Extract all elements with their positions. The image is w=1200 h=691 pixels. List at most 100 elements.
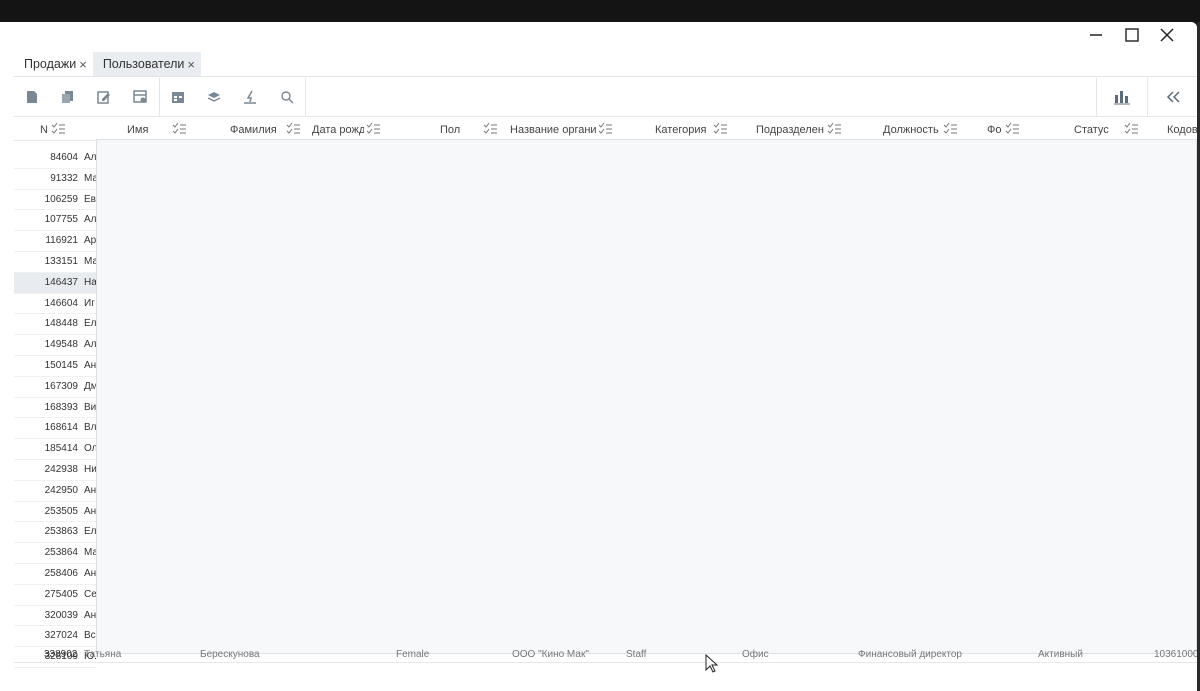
table-row[interactable]: 185414 Ол bbox=[14, 439, 96, 460]
cell-last-name: Берескунова bbox=[200, 649, 260, 660]
import-icon[interactable] bbox=[240, 87, 260, 107]
filter-list-icon[interactable] bbox=[713, 122, 727, 136]
table-row[interactable]: 253505 Ан bbox=[14, 502, 96, 523]
table-row[interactable]: 242950 Ан bbox=[14, 481, 96, 502]
tab-users[interactable]: Пользователи × bbox=[92, 52, 201, 76]
table-row[interactable]: 146604 Иг bbox=[14, 294, 96, 315]
cell-first-name: Ан bbox=[84, 505, 96, 517]
cell-id: 148448 bbox=[44, 318, 78, 330]
cell-id: 107755 bbox=[44, 214, 78, 226]
table-row[interactable]: 146437 На bbox=[14, 272, 96, 294]
cell-id: 258406 bbox=[44, 567, 78, 579]
table-row[interactable]: 320039 Ан bbox=[14, 606, 96, 627]
cell-id: 242938 bbox=[44, 463, 78, 475]
table-row[interactable]: 84604 Ал bbox=[14, 148, 96, 169]
tab-close-icon[interactable]: × bbox=[79, 57, 87, 72]
cell-first-name: Ан bbox=[84, 609, 96, 621]
search-icon[interactable] bbox=[277, 87, 297, 107]
filter-list-icon[interactable] bbox=[827, 122, 841, 136]
layers-icon[interactable] bbox=[204, 87, 224, 107]
bar-chart-icon[interactable] bbox=[1112, 87, 1132, 107]
column-header-first-name[interactable]: Имя bbox=[127, 122, 167, 138]
tab-label: Пользователи bbox=[102, 57, 185, 71]
title-bar bbox=[0, 22, 1197, 48]
cell-first-name: Иг bbox=[84, 297, 95, 309]
table-row[interactable]: 106259 Ев bbox=[14, 190, 96, 211]
cell-first-name: Ар bbox=[84, 235, 96, 247]
table-row[interactable]: 168614 Вл bbox=[14, 418, 96, 440]
table-row[interactable]: 149548 Ал bbox=[14, 335, 96, 356]
cell-category: Staff bbox=[626, 649, 647, 660]
minimize-icon[interactable] bbox=[1083, 25, 1109, 45]
cell-status: Активный bbox=[1038, 649, 1083, 660]
loading-overlay bbox=[96, 139, 1197, 654]
column-header-category[interactable]: Категория bbox=[655, 122, 711, 138]
column-header-code[interactable]: Кодов bbox=[1167, 122, 1197, 138]
maximize-icon[interactable] bbox=[1119, 25, 1145, 45]
cell-id: 253505 bbox=[44, 505, 78, 517]
table-row-last[interactable]: 338902 Татьяна Берескунова Female ООО "К… bbox=[14, 649, 1197, 661]
cell-id: 146604 bbox=[44, 297, 78, 309]
cell-code: 10361000 bbox=[1154, 649, 1197, 660]
filter-list-icon[interactable] bbox=[1124, 122, 1138, 136]
column-header-department[interactable]: Подразделен bbox=[756, 122, 824, 138]
table-row[interactable]: 150145 Ан bbox=[14, 356, 96, 377]
column-header-position[interactable]: Должность bbox=[883, 122, 941, 138]
double-chevron-left-icon[interactable] bbox=[1163, 87, 1183, 107]
table-row[interactable]: 242938 Ни bbox=[14, 460, 96, 481]
cell-first-name: Ел bbox=[84, 526, 96, 538]
column-header-photo[interactable]: Фо bbox=[987, 122, 1005, 138]
table-row[interactable]: 167309 Дм bbox=[14, 377, 96, 398]
close-icon[interactable] bbox=[1154, 25, 1180, 45]
table-row[interactable]: 91332 Ма bbox=[14, 169, 96, 190]
grid-footer-divider bbox=[14, 662, 1197, 663]
cell-id: 338902 bbox=[44, 649, 78, 660]
tab-close-icon[interactable]: × bbox=[187, 57, 195, 72]
edit-icon[interactable] bbox=[94, 87, 114, 107]
filter-list-icon[interactable] bbox=[366, 122, 380, 136]
table-row[interactable]: 133151 Ма bbox=[14, 252, 96, 273]
table-row[interactable]: 258406 Ан bbox=[14, 564, 96, 585]
cell-first-name: Ал bbox=[84, 214, 96, 226]
copy-icon[interactable] bbox=[58, 87, 78, 107]
table-row[interactable]: 253863 Ел bbox=[14, 522, 96, 544]
cell-first-name: Се bbox=[84, 588, 96, 600]
table-row[interactable]: 253864 Ма bbox=[14, 543, 96, 564]
column-header-organization[interactable]: Название органи bbox=[510, 122, 596, 138]
table-row[interactable]: 275405 Се bbox=[14, 585, 96, 606]
cell-id: 91332 bbox=[50, 172, 78, 184]
cell-first-name: Ан bbox=[84, 359, 96, 371]
column-header-status[interactable]: Статус bbox=[1074, 122, 1114, 138]
filter-list-icon[interactable] bbox=[1005, 122, 1019, 136]
cell-organization: ООО "Кино Мак" bbox=[512, 649, 589, 660]
cell-first-name: Вл bbox=[84, 422, 96, 434]
column-header-last-name[interactable]: Фамилия bbox=[230, 122, 280, 138]
table-row[interactable]: 116921 Ар bbox=[14, 231, 96, 252]
cell-id: 146437 bbox=[44, 276, 78, 288]
tab-sales[interactable]: Продажи × bbox=[14, 52, 93, 76]
cell-id: 327024 bbox=[44, 630, 78, 642]
toolbar bbox=[14, 78, 1197, 117]
table-row[interactable]: 107755 Ал bbox=[14, 210, 96, 232]
column-header-birth-date[interactable]: Дата рожд bbox=[312, 122, 364, 138]
cell-first-name: Татьяна bbox=[84, 649, 122, 660]
cell-id: 275405 bbox=[44, 588, 78, 600]
cell-first-name: Дм bbox=[84, 380, 96, 392]
cell-first-name: Ма bbox=[84, 547, 96, 559]
filter-list-icon[interactable] bbox=[51, 122, 65, 136]
new-document-icon[interactable] bbox=[22, 87, 42, 107]
column-header-gender[interactable]: Пол bbox=[440, 122, 464, 138]
filter-list-icon[interactable] bbox=[286, 122, 300, 136]
filter-list-icon[interactable] bbox=[598, 122, 612, 136]
cell-first-name: Ал bbox=[84, 339, 96, 351]
table-settings-icon[interactable] bbox=[130, 87, 150, 107]
cell-first-name: Ан bbox=[84, 567, 96, 579]
table-row[interactable]: 148448 Ел bbox=[14, 314, 96, 336]
filter-list-icon[interactable] bbox=[172, 122, 186, 136]
table-row[interactable]: 327024 Вс bbox=[14, 626, 96, 648]
cell-id: 106259 bbox=[44, 193, 78, 205]
filter-list-icon[interactable] bbox=[483, 122, 497, 136]
table-row[interactable]: 168393 Ви bbox=[14, 398, 96, 419]
filter-list-icon[interactable] bbox=[943, 122, 957, 136]
calendar-icon[interactable] bbox=[168, 87, 188, 107]
